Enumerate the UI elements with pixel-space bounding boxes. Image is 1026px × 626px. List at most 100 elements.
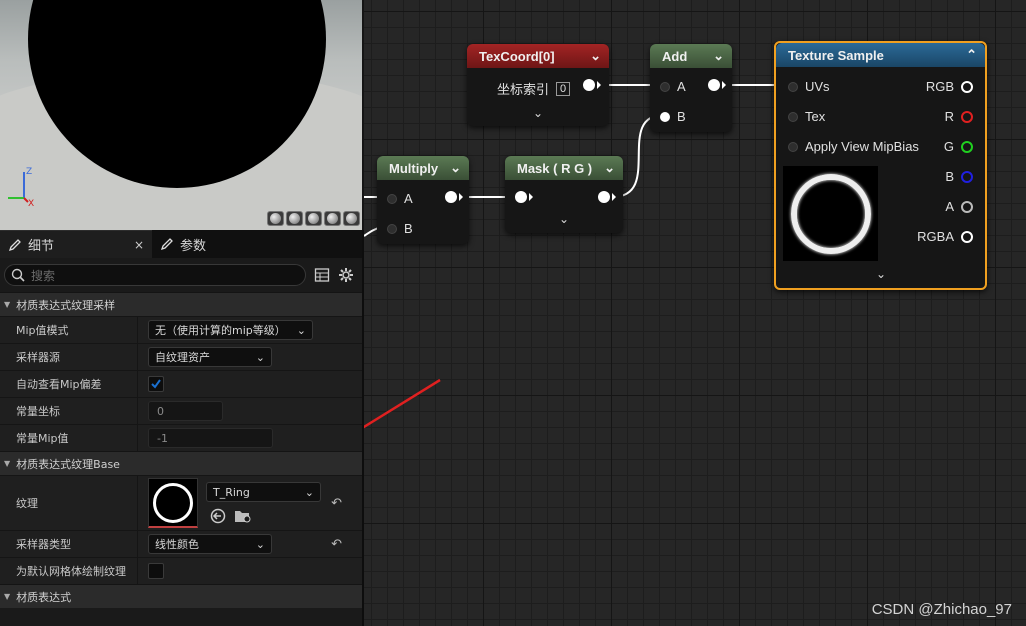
section-texture-sample[interactable]: ▼ 材质表达式纹理采样 [0, 292, 362, 316]
pin-label: B [945, 169, 954, 184]
search-row: 搜索 [0, 258, 362, 292]
close-icon[interactable]: × [134, 238, 144, 252]
input-pin[interactable] [660, 81, 670, 92]
gear-icon[interactable] [338, 267, 354, 283]
dropdown-value: 无（使用计算的mip等级） [155, 324, 286, 337]
search-input[interactable]: 搜索 [4, 264, 306, 286]
node-header[interactable]: Multiply ⌄ [377, 156, 469, 180]
dropdown-value: 线性颜色 [155, 538, 199, 551]
prop-default-mesh: 为默认网格体绘制纹理 [0, 557, 362, 584]
input-pin[interactable] [788, 141, 798, 152]
mip-mode-dropdown[interactable]: 无（使用计算的mip等级） ⌄ [148, 320, 313, 340]
chevron-down-icon: ⌄ [296, 323, 306, 337]
expand-chevron-icon[interactable]: ⌄ [559, 212, 569, 226]
chevron-down-icon: ⌄ [304, 485, 314, 499]
node-header[interactable]: TexCoord[0] ⌄ [467, 44, 609, 68]
output-pin[interactable] [961, 170, 973, 183]
reset-arrow-icon[interactable]: ↶ [331, 537, 342, 552]
prop-label: Mip值模式 [16, 324, 69, 337]
section-label: 材质表达式纹理采样 [16, 298, 116, 312]
default-mesh-checkbox[interactable] [148, 563, 164, 579]
auto-mip-checkbox[interactable] [148, 376, 164, 392]
node-header[interactable]: Texture Sample ⌃ [776, 43, 985, 67]
section-texture-base[interactable]: ▼ 材质表达式纹理Base [0, 451, 362, 475]
const-mip-input[interactable]: -1 [148, 428, 273, 448]
pencil-icon [8, 238, 21, 251]
pin-arrow-icon [459, 193, 463, 201]
node-header[interactable]: Add ⌄ [650, 44, 732, 68]
ring-texture-preview [790, 173, 871, 254]
texture-thumbnail[interactable] [148, 478, 198, 528]
output-pin[interactable] [445, 191, 457, 203]
node-texcoord[interactable]: TexCoord[0] ⌄ 坐标索引 0 ⌄ [467, 44, 609, 126]
input-pin[interactable] [788, 111, 798, 122]
browse-folder-icon[interactable] [234, 508, 252, 524]
texture-asset-dropdown[interactable]: T_Ring ⌄ [206, 482, 321, 502]
table-view-icon[interactable] [314, 267, 330, 283]
output-pin[interactable] [961, 80, 973, 93]
output-pin[interactable] [583, 79, 595, 91]
cylinder-shape-icon[interactable] [267, 211, 284, 226]
details-panel: 细节 × 参数 搜索 ▼ 材质表达式纹理采样 Mip值模式 无（使用计算的mip… [0, 230, 364, 626]
expand-chevron-icon[interactable]: ⌄ [533, 106, 543, 120]
node-multiply[interactable]: Multiply ⌄ A B [377, 156, 469, 244]
coordinate-index-input[interactable]: 0 [556, 81, 571, 96]
node-texture-sample[interactable]: Texture Sample ⌃ UVs Tex Apply View MipB… [774, 41, 987, 290]
output-pin[interactable] [961, 230, 973, 243]
input-pin[interactable] [515, 191, 527, 203]
node-title: Multiply [389, 160, 439, 176]
node-add[interactable]: Add ⌄ A B [650, 44, 732, 132]
input-pin[interactable] [387, 223, 397, 234]
teapot-shape-icon[interactable] [343, 211, 360, 226]
node-header[interactable]: Mask ( R G ) ⌄ [505, 156, 623, 180]
axis-gizmo-icon: Z X [8, 167, 34, 209]
pin-label: Apply View MipBias [805, 139, 919, 154]
node-title: Add [662, 48, 688, 64]
prop-label: 常量Mip值 [16, 432, 69, 445]
section-material-expression[interactable]: ▼ 材质表达式 [0, 584, 362, 608]
dropdown-value: T_Ring [213, 485, 250, 499]
output-pin[interactable] [961, 140, 973, 153]
cube-shape-icon[interactable] [324, 211, 341, 226]
output-pin[interactable] [961, 200, 973, 213]
output-pin[interactable] [708, 79, 720, 91]
material-graph[interactable]: TexCoord[0] ⌄ 坐标索引 0 ⌄ Add ⌄ A B Multipl… [364, 0, 1026, 626]
section-label: 材质表达式纹理Base [16, 457, 120, 471]
pin-arrow-icon [612, 193, 616, 201]
dropdown-value: 自纹理资产 [155, 351, 210, 364]
node-mask-rg[interactable]: Mask ( R G ) ⌄ ⌄ [505, 156, 623, 233]
output-pin[interactable] [961, 110, 973, 123]
watermark: CSDN @Zhichao_97 [871, 601, 1012, 618]
material-preview-viewport[interactable]: Z X [0, 0, 362, 230]
node-title: TexCoord[0] [479, 48, 555, 64]
output-pin[interactable] [598, 191, 610, 203]
chevron-down-icon: ⌄ [590, 48, 601, 63]
plane-shape-icon[interactable] [305, 211, 322, 226]
sampler-type-dropdown[interactable]: 线性颜色 ⌄ [148, 534, 272, 554]
reset-arrow-icon[interactable]: ↶ [331, 496, 342, 511]
search-placeholder: 搜索 [31, 268, 56, 283]
prop-label: 采样器源 [16, 351, 60, 364]
tab-details[interactable]: 细节 × [0, 230, 152, 258]
input-pin[interactable] [788, 81, 798, 92]
input-pin[interactable] [660, 111, 670, 122]
tab-parameters[interactable]: 参数 [152, 230, 214, 258]
expand-chevron-icon[interactable]: ⌄ [876, 267, 886, 281]
use-selected-asset-icon[interactable] [210, 508, 226, 524]
chevron-down-icon: ⌄ [255, 537, 265, 551]
prop-sampler-source: 采样器源 自纹理资产 ⌄ [0, 343, 362, 370]
pin-arrow-icon [529, 193, 533, 201]
pin-label: A [945, 199, 954, 214]
input-pin[interactable] [387, 193, 397, 204]
prop-mip-mode: Mip值模式 无（使用计算的mip等级） ⌄ [0, 316, 362, 343]
sampler-source-dropdown[interactable]: 自纹理资产 ⌄ [148, 347, 272, 367]
sphere-shape-icon[interactable] [286, 211, 303, 226]
collapse-chevron-icon[interactable]: ⌃ [966, 47, 977, 63]
node-title: Mask ( R G ) [517, 160, 593, 176]
svg-text:X: X [28, 199, 34, 209]
pin-label: RGB [925, 79, 954, 94]
const-coordinate-input[interactable]: 0 [148, 401, 223, 421]
pin-label: B [677, 109, 686, 124]
prop-sampler-type: 采样器类型 线性颜色 ⌄ ↶ [0, 530, 362, 557]
prop-label: 采样器类型 [16, 538, 71, 551]
